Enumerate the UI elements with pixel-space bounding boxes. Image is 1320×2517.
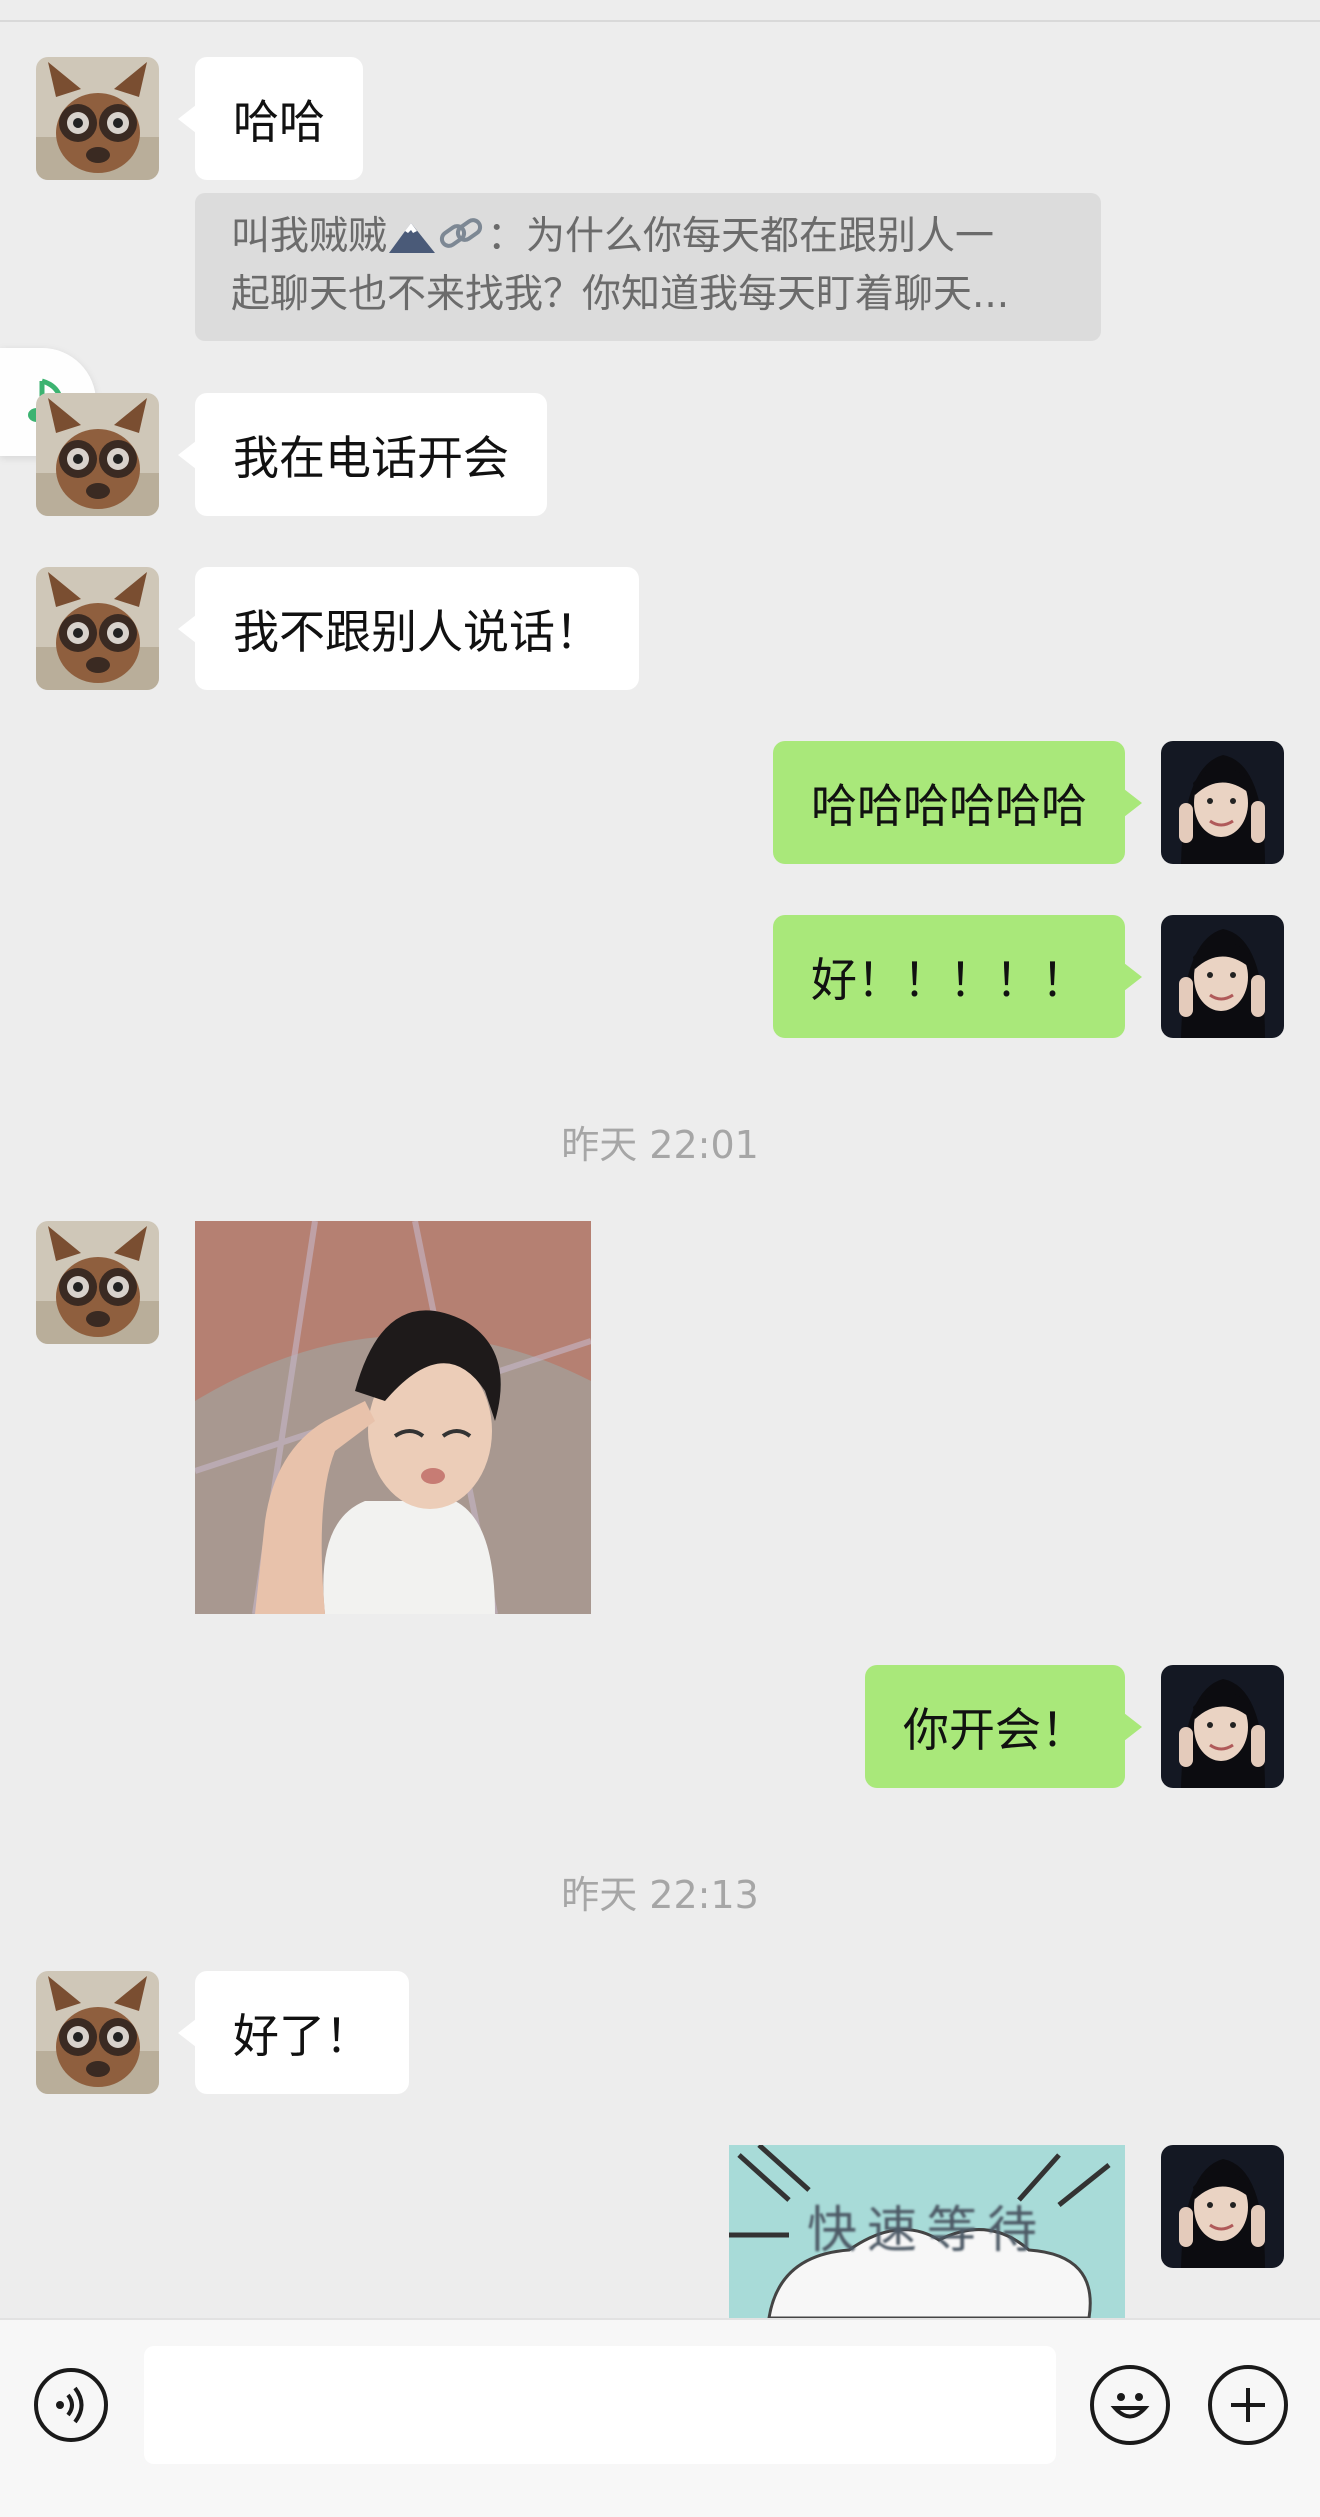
link-emoji-icon	[437, 213, 487, 269]
contact-avatar[interactable]	[36, 1971, 159, 2094]
emoji-button[interactable]	[1090, 2365, 1170, 2445]
message-text: 好！！！！！	[811, 952, 1087, 1007]
message-bubble[interactable]: 你开会！	[865, 1665, 1142, 1788]
contact-avatar[interactable]	[36, 567, 159, 690]
sticker-text: 快速等待	[807, 2201, 1047, 2259]
emoji-icon	[1110, 2393, 1150, 2419]
timestamp: 昨天 22:01	[561, 1123, 759, 1167]
message-bubble[interactable]: 我在电话开会	[178, 393, 547, 516]
contact-avatar[interactable]	[36, 393, 159, 516]
quote-sender: 叫我贼贼	[231, 214, 388, 259]
quote-text-line1: ：为什么你每天都在跟别人一	[487, 214, 995, 259]
quote-text-line2: 起聊天也不来找我？你知道我每天盯着聊天...	[231, 272, 1010, 317]
message-text: 我不跟别人说话！	[233, 604, 601, 659]
message-text: 你开会！	[903, 1702, 1087, 1757]
message-text: 哈哈哈哈哈哈	[811, 778, 1087, 833]
plus-button[interactable]	[1208, 2365, 1288, 2445]
header-divider	[0, 0, 1320, 22]
quoted-reply[interactable]: 叫我贼贼 ：为什么你每天都在跟别人一 起聊天也不来找我？你知道我每天盯着聊天...	[195, 193, 1101, 341]
voice-button[interactable]	[34, 2368, 108, 2442]
message-bubble[interactable]: 我不跟别人说话！	[178, 567, 639, 690]
message-bubble[interactable]: 好了！	[178, 1971, 409, 2094]
voice-input-icon	[56, 2386, 84, 2424]
my-avatar[interactable]	[1161, 741, 1284, 864]
message-bubble[interactable]: 哈哈	[178, 57, 363, 180]
message-input[interactable]	[144, 2346, 1056, 2464]
contact-avatar[interactable]	[36, 1221, 159, 1344]
my-avatar[interactable]	[1161, 1665, 1284, 1788]
input-bar	[0, 2318, 1320, 2517]
message-bubble[interactable]: 哈哈哈哈哈哈	[773, 741, 1142, 864]
message-text: 我在电话开会	[233, 430, 509, 485]
my-avatar[interactable]	[1161, 2145, 1284, 2268]
timestamp: 昨天 22:13	[561, 1873, 759, 1917]
contact-avatar[interactable]	[36, 57, 159, 180]
sticker-image-partial[interactable]: 快速等待	[729, 2145, 1125, 2318]
message-text: 哈哈	[233, 94, 325, 149]
sticker-image[interactable]	[195, 1221, 591, 1614]
message-text: 好了！	[233, 2008, 371, 2063]
message-bubble[interactable]: 好！！！！！	[773, 915, 1142, 1038]
my-avatar[interactable]	[1161, 915, 1284, 1038]
mountain-emoji-icon	[387, 217, 437, 269]
plus-icon	[1231, 2388, 1265, 2422]
